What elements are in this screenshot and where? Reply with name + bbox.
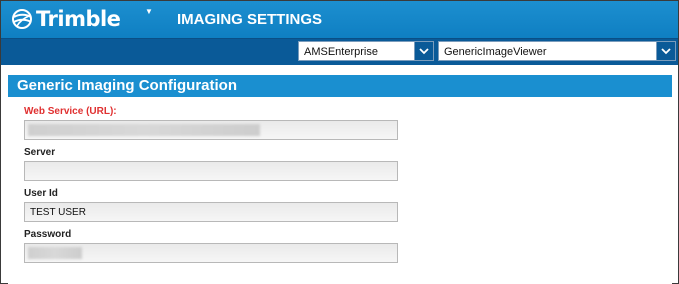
user-id-value: TEST USER (30, 207, 86, 218)
page-title: IMAGING SETTINGS (177, 11, 323, 28)
selector-bar: AMSEnterprise GenericImageViewer (1, 38, 678, 65)
chevron-down-icon[interactable] (656, 42, 675, 60)
web-service-label: Web Service (URL): (24, 106, 117, 117)
configuration-form: Web Service (URL): Server User Id TEST U… (8, 97, 672, 284)
environment-select-value: AMSEnterprise (304, 46, 378, 58)
brand-name: Trimble (36, 7, 121, 31)
redacted-password (28, 247, 82, 259)
user-id-label: User Id (24, 188, 58, 199)
app-header: Trimble ▼ IMAGING SETTINGS (1, 1, 678, 38)
server-label: Server (24, 147, 56, 158)
server-input[interactable] (24, 161, 398, 181)
web-service-input[interactable] (24, 120, 398, 140)
viewer-select[interactable]: GenericImageViewer (438, 41, 676, 61)
globe-icon (12, 9, 32, 29)
redacted-url (28, 124, 260, 136)
environment-select[interactable]: AMSEnterprise (298, 41, 434, 61)
panel-header: Generic Imaging Configuration (8, 75, 672, 97)
trimble-logo[interactable]: Trimble (11, 7, 121, 31)
password-label: Password (24, 229, 72, 240)
menu-caret-icon[interactable]: ▼ (145, 7, 153, 16)
user-id-input[interactable]: TEST USER (24, 202, 398, 222)
chevron-down-icon[interactable] (414, 42, 433, 60)
viewer-select-value: GenericImageViewer (444, 46, 547, 58)
password-input[interactable] (24, 243, 398, 263)
panel-title: Generic Imaging Configuration (17, 77, 238, 94)
